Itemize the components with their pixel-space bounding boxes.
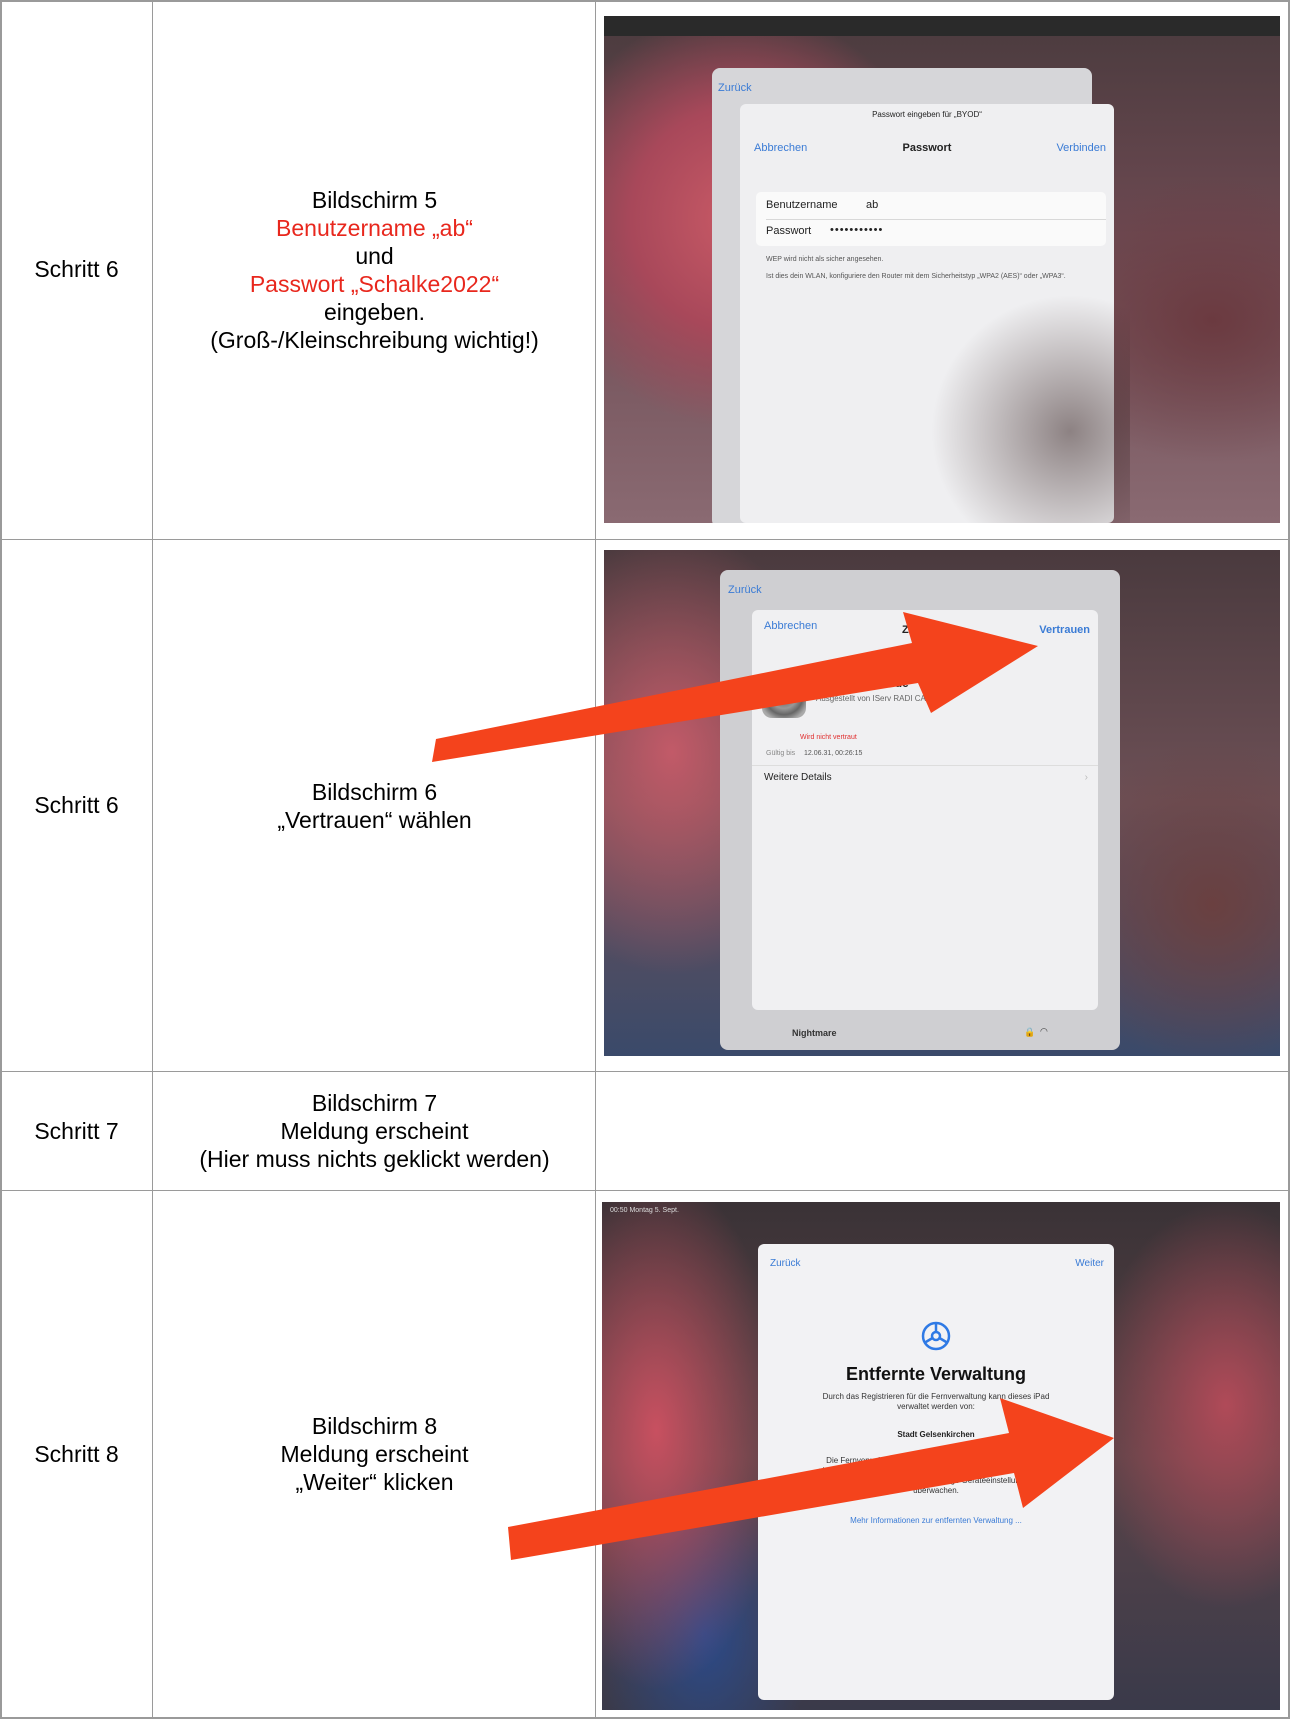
- step-label: Schritt 8: [34, 1440, 119, 1467]
- case-note: (Groß-/Kleinschreibung wichtig!): [210, 326, 539, 353]
- step-description: Bildschirm 6 „Vertrauen“ wählen: [153, 540, 596, 1071]
- screenshot-photo: Zurück Abbrechen Zert Vertrauen georgstr…: [604, 550, 1280, 1056]
- screenshot-photo: Zurück Passwort eingeben für „BYOD“ Abbr…: [604, 16, 1280, 523]
- table-row: Schritt 6 Bildschirm 5 Benutzername „ab“…: [0, 0, 1290, 539]
- step-label: Schritt 7: [34, 1117, 119, 1144]
- password-instruction: Passwort „Schalke2022“: [249, 270, 500, 297]
- conjunction-text: und: [355, 242, 394, 269]
- step-description: Bildschirm 8 Meldung erscheint „Weiter“ …: [153, 1191, 596, 1717]
- step-label: Schritt 6: [34, 256, 119, 282]
- step-label: Schritt 6: [34, 792, 119, 818]
- password-sheet: Passwort eingeben für „BYOD“ Abbrechen P…: [740, 104, 1130, 523]
- table-row: Schritt 6 Bildschirm 6 „Vertrauen“ wähle…: [0, 540, 1290, 1071]
- trust-instruction: „Vertrauen“ wählen: [277, 806, 472, 833]
- arrow-annotation: [602, 1202, 1280, 1710]
- screen-number: Bildschirm 7: [311, 1090, 438, 1116]
- action-text: eingeben.: [323, 298, 426, 325]
- arrow-annotation: [604, 550, 1280, 1056]
- empty-image-cell: [596, 1072, 1290, 1190]
- router-hint: Ist dies dein WLAN, konfiguriere den Rou…: [766, 273, 1066, 280]
- no-click-note: (Hier muss nichts geklickt werden): [199, 1146, 550, 1172]
- username-field[interactable]: ab: [866, 199, 878, 211]
- message-text: Meldung erscheint: [280, 1441, 469, 1467]
- next-instruction: „Weiter“ klicken: [295, 1469, 454, 1495]
- password-field[interactable]: •••••••••••: [830, 224, 883, 236]
- step-description: Bildschirm 5 Benutzername „ab“ und Passw…: [153, 0, 596, 539]
- step-description: Bildschirm 7 Meldung erscheint (Hier mus…: [153, 1072, 596, 1190]
- screen-number: Bildschirm 5: [311, 186, 438, 213]
- back-link[interactable]: Zurück: [718, 82, 752, 94]
- credentials-group: Benutzername ab Passwort •••••••••••: [756, 192, 1106, 246]
- table-row: Schritt 7 Bildschirm 7 Meldung erscheint…: [0, 1072, 1290, 1190]
- username-label: Benutzername: [766, 199, 838, 211]
- screenshot-photo: 00:50 Montag 5. Sept. Zurück Weiter Entf…: [602, 1202, 1280, 1710]
- table-row: Schritt 8 Bildschirm 8 Meldung erscheint…: [0, 1191, 1290, 1717]
- screen-number: Bildschirm 8: [311, 1413, 438, 1439]
- username-instruction: Benutzername „ab“: [276, 214, 473, 241]
- connect-button[interactable]: Verbinden: [1056, 142, 1106, 154]
- password-prompt: Passwort eingeben für „BYOD“: [872, 110, 982, 119]
- screen-number: Bildschirm 6: [311, 778, 438, 805]
- wep-warning: WEP wird nicht als sicher angesehen.: [766, 256, 884, 263]
- message-text: Meldung erscheint: [280, 1118, 469, 1144]
- password-label: Passwort: [766, 225, 812, 237]
